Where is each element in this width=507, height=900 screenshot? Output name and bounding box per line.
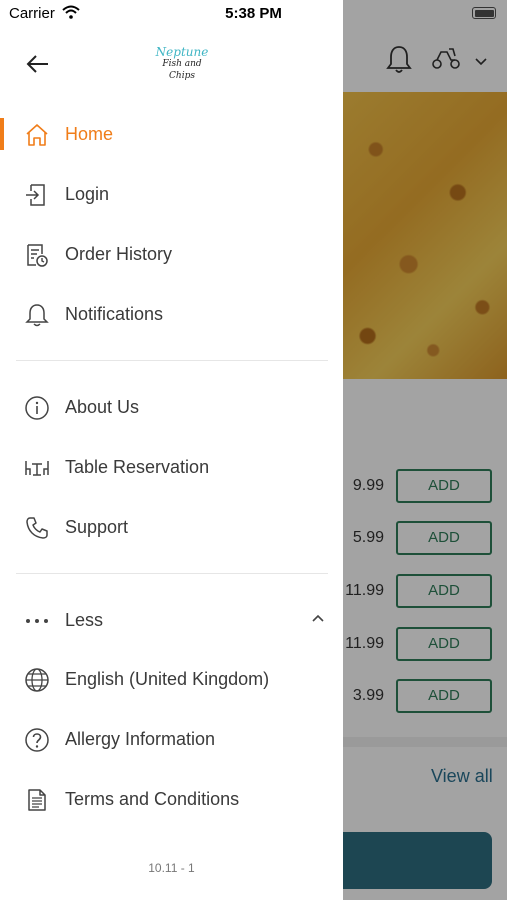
menu-item-order-history[interactable]: Order History: [0, 232, 343, 276]
menu-item-login[interactable]: Login: [0, 172, 343, 216]
menu-item-table-reservation[interactable]: Table Reservation: [0, 445, 343, 489]
back-arrow-icon[interactable]: [24, 50, 52, 78]
bell-icon: [24, 302, 50, 328]
menu-divider: [16, 573, 328, 574]
menu-item-label: Less: [65, 610, 104, 630]
info-icon: [24, 395, 50, 421]
menu-item-label: Login: [65, 184, 110, 204]
menu-divider: [16, 360, 328, 361]
question-icon: [24, 727, 50, 753]
chevron-up-icon: [310, 610, 326, 631]
menu-item-about-us[interactable]: About Us: [0, 385, 343, 429]
menu-item-label: English (United Kingdom): [65, 669, 270, 689]
menu-item-notifications[interactable]: Notifications: [0, 292, 343, 336]
menu-item-label: Notifications: [65, 304, 164, 324]
globe-icon: [24, 667, 50, 693]
document-icon: [24, 787, 50, 813]
menu-item-terms-and-conditions[interactable]: Terms and Conditions: [0, 777, 343, 821]
login-icon: [24, 182, 50, 208]
battery-icon: [472, 7, 496, 19]
logo-subtitle: Fish and Chips: [162, 59, 202, 81]
status-time: 5:38 PM: [225, 5, 282, 22]
table-icon: [24, 455, 50, 481]
drawer-overlay[interactable]: [343, 0, 507, 900]
navigation-drawer: Neptune Fish and Chips Home Login Order …: [0, 0, 343, 900]
app-version: 10.11 - 1: [148, 861, 195, 875]
menu-item-language[interactable]: English (United Kingdom): [0, 657, 343, 701]
home-icon: [24, 122, 50, 148]
menu-item-label: About Us: [65, 397, 140, 417]
order-history-icon: [24, 242, 50, 268]
status-bar: Carrier 5:38 PM: [0, 0, 507, 28]
phone-icon: [24, 515, 50, 541]
menu-item-label: Home: [65, 124, 114, 144]
menu-item-label: Allergy Information: [65, 729, 216, 749]
menu-item-allergy-information[interactable]: Allergy Information: [0, 717, 343, 761]
menu-item-label: Terms and Conditions: [65, 789, 240, 809]
menu-item-support[interactable]: Support: [0, 505, 343, 549]
menu-item-label: Order History: [65, 244, 173, 264]
menu-item-label: Table Reservation: [65, 457, 210, 477]
menu-item-home[interactable]: Home: [0, 112, 343, 156]
logo-title: Neptune: [155, 45, 209, 59]
menu-item-label: Support: [65, 517, 129, 537]
more-dots-icon: [24, 608, 50, 634]
brand-logo: Neptune Fish and Chips: [152, 46, 212, 82]
menu-item-less-toggle[interactable]: Less: [0, 598, 343, 642]
